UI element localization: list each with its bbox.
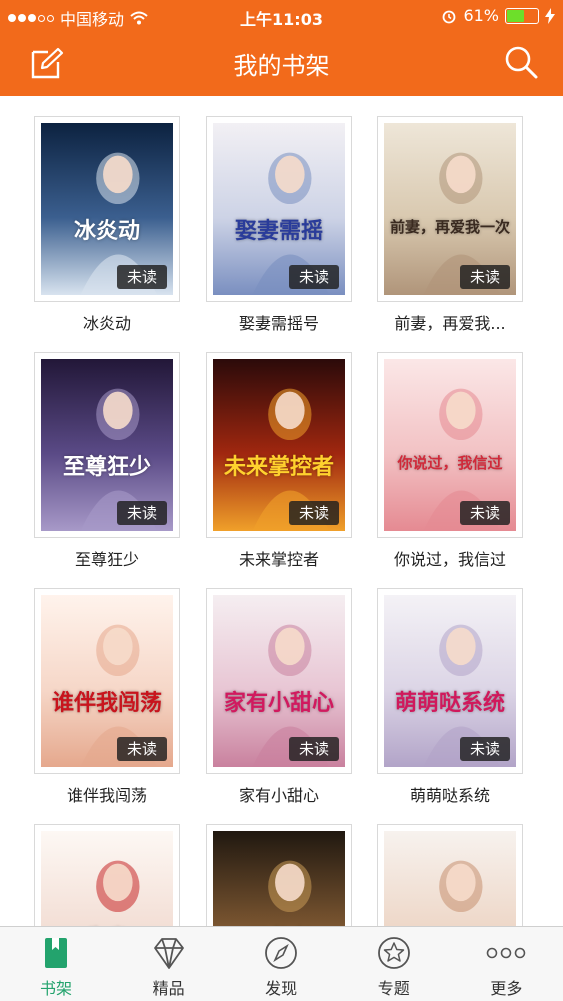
tab-label: 发现 — [265, 979, 298, 998]
cover-title-text: 前妻，再爱我一次 — [390, 218, 511, 236]
book-cover[interactable]: 娶妻需摇未读 — [206, 116, 352, 302]
tab-label: 精品 — [152, 979, 185, 998]
unread-badge: 未读 — [289, 501, 339, 525]
book-title: 未来掌控者 — [238, 550, 319, 569]
status-bar: 中国移动 上午11:03 61% — [0, 0, 563, 30]
book-title: 你说过，我信过 — [393, 550, 506, 569]
book-item[interactable]: 冰炎动 未读 冰炎动 — [34, 116, 180, 334]
book-item[interactable]: 娶妻需摇未读娶妻需摇号 — [206, 116, 352, 334]
unread-badge: 未读 — [460, 501, 510, 525]
book-item[interactable]: 前妻，再爱我一次未读前妻，再爱我... — [377, 116, 523, 334]
tab-star[interactable]: 专题 — [338, 927, 450, 1001]
bookmark-icon — [38, 935, 74, 971]
book-cover[interactable]: 天龙者 — [206, 824, 352, 926]
unread-badge: 未读 — [117, 501, 167, 525]
cover-image — [384, 831, 516, 926]
book-title: 萌萌哒系统 — [409, 786, 490, 805]
tab-label: 书架 — [39, 979, 72, 998]
search-icon[interactable] — [503, 44, 539, 80]
cover-title-text: 你说过，我信过 — [397, 454, 503, 472]
book-title: 谁伴我闯荡 — [66, 786, 147, 805]
tab-bookmark[interactable]: 书架 — [0, 927, 112, 1001]
tab-compass[interactable]: 发现 — [225, 927, 337, 1001]
star-icon — [376, 935, 412, 971]
book-item[interactable]: 你说过，我信过 未读 你说过，我信过 — [377, 352, 523, 570]
unread-badge: 未读 — [460, 737, 510, 761]
book-title: 前妻，再爱我... — [394, 314, 506, 333]
book-cover[interactable]: 你说过，我信过未读 — [377, 352, 523, 538]
book-item[interactable]: 家有小甜心 未读 家有小甜心 — [206, 588, 352, 806]
bookshelf-grid: 冰炎动 未读 冰炎动 娶妻需摇 未读 娶妻需摇号 前妻，再爱我一次 未读 前妻，再爱我... 至尊… — [0, 96, 563, 926]
book-cover[interactable]: 至尊狂少未读 — [34, 352, 180, 538]
book-cover[interactable]: 萌萌哒系统未读 — [377, 588, 523, 774]
cover-title-text: 萌萌哒系统 — [394, 690, 505, 716]
book-cover[interactable]: 谁伴我闯荡未读 — [34, 588, 180, 774]
cover-title-text: 至尊狂少 — [62, 454, 151, 480]
tab-more[interactable]: 更多 — [450, 927, 562, 1001]
book-title: 家有小甜心 — [238, 786, 319, 805]
unread-badge: 未读 — [289, 265, 339, 289]
book-cover[interactable]: 前妻，再爱我一次未读 — [377, 116, 523, 302]
book-item[interactable]: 谁伴我闯荡 未读 谁伴我闯荡 — [34, 588, 180, 806]
tab-bar: 书架 精品 发现 专题 更多 — [0, 926, 563, 1001]
book-title: 娶妻需摇号 — [238, 314, 319, 333]
charging-icon — [545, 7, 555, 24]
unread-badge: 未读 — [117, 737, 167, 761]
book-item[interactable]: 萌萌哒系统 未读 萌萌哒系统 — [377, 588, 523, 806]
book-item[interactable]: 天龙者 — [206, 824, 352, 926]
book-item[interactable]: 至尊狂少 未读 至尊狂少 — [34, 352, 180, 570]
book-item[interactable]: 未来掌控者 未读 未来掌控者 — [206, 352, 352, 570]
tab-label: 更多 — [490, 979, 523, 998]
book-cover[interactable]: 家有小甜心未读 — [206, 588, 352, 774]
tab-label: 专题 — [377, 979, 410, 998]
battery-icon — [505, 7, 539, 24]
cover-title-text: 娶妻需摇 — [234, 218, 323, 244]
cover-title-text: 未来掌控者 — [223, 454, 334, 480]
book-item[interactable]: 朱雀 — [34, 824, 180, 926]
book-cover[interactable]: 冰炎动未读 — [34, 116, 180, 302]
unread-badge: 未读 — [117, 265, 167, 289]
diamond-icon — [151, 935, 187, 971]
more-icon — [484, 935, 528, 971]
cover-title-text: 冰炎动 — [73, 218, 140, 244]
book-cover[interactable] — [377, 824, 523, 926]
compass-icon — [263, 935, 299, 971]
tab-diamond[interactable]: 精品 — [113, 927, 225, 1001]
book-title: 至尊狂少 — [74, 550, 139, 569]
cover-title-text: 家有小甜心 — [223, 690, 334, 716]
book-cover[interactable]: 未来掌控者未读 — [206, 352, 352, 538]
cover-title-text: 谁伴我闯荡 — [51, 690, 162, 716]
book-title: 冰炎动 — [82, 314, 131, 333]
battery-percent: 61% — [463, 6, 499, 25]
cover-image: 朱雀 — [41, 831, 173, 926]
status-right: 61% — [441, 6, 555, 25]
alarm-icon — [443, 10, 456, 23]
unread-badge: 未读 — [289, 737, 339, 761]
book-cover[interactable]: 朱雀 — [34, 824, 180, 926]
unread-badge: 未读 — [460, 265, 510, 289]
book-item[interactable] — [377, 824, 523, 926]
cover-image: 天龙者 — [213, 831, 345, 926]
page-title: 我的书架 — [233, 52, 330, 80]
nav-bar: 我的书架 — [0, 30, 563, 96]
